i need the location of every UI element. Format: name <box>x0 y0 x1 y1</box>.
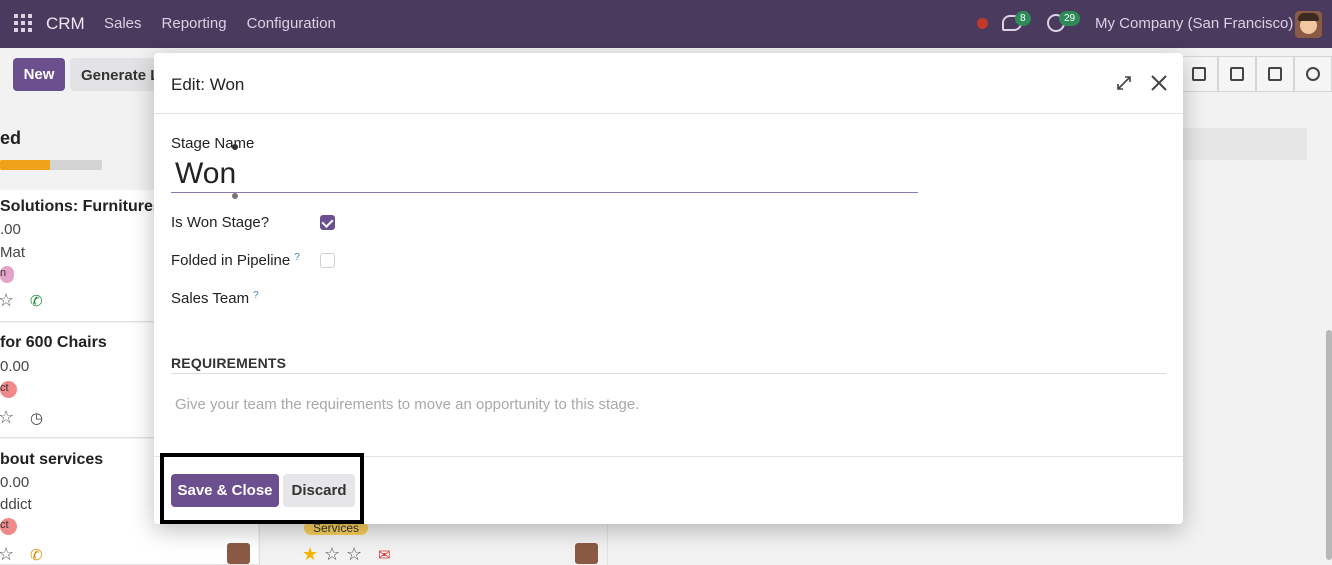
close-icon[interactable] <box>1149 73 1169 93</box>
menu-item-sales[interactable]: Sales <box>104 15 142 32</box>
folded-label: Folded in Pipeline? <box>171 252 300 269</box>
status-dot-icon[interactable] <box>977 18 988 29</box>
sales-team-label: Sales Team? <box>171 290 259 307</box>
help-icon[interactable]: ? <box>294 252 300 263</box>
cursor-marker <box>232 144 238 150</box>
activities-count-badge: 29 <box>1059 11 1081 26</box>
help-icon[interactable]: ? <box>253 290 259 301</box>
stage-name-input[interactable] <box>171 155 918 193</box>
dialog-header: Edit: Won <box>154 53 1183 114</box>
sales-team-label-text: Sales Team <box>171 290 250 307</box>
requirements-textarea[interactable]: Give your team the requirements to move … <box>175 396 639 413</box>
user-avatar[interactable] <box>1295 11 1322 38</box>
apps-menu-icon[interactable] <box>14 14 32 32</box>
requirements-heading: REQUIREMENTS <box>171 355 287 371</box>
expand-icon[interactable] <box>1116 75 1132 91</box>
cursor-marker <box>232 193 238 199</box>
menu-item-configuration[interactable]: Configuration <box>247 15 336 32</box>
folded-checkbox[interactable] <box>320 253 335 268</box>
is-won-checkbox[interactable] <box>320 215 335 230</box>
is-won-label: Is Won Stage? <box>171 214 270 231</box>
highlight-annotation <box>160 453 364 524</box>
requirements-divider <box>171 373 1166 374</box>
app-brand[interactable]: CRM <box>46 14 85 34</box>
folded-label-text: Folded in Pipeline <box>171 252 291 269</box>
company-switcher[interactable]: My Company (San Francisco) <box>1095 15 1293 32</box>
messages-count-badge: 8 <box>1015 11 1031 26</box>
stage-name-label: Stage Name <box>171 135 255 152</box>
main-menu: Sales Reporting Configuration <box>104 15 336 32</box>
menu-item-reporting[interactable]: Reporting <box>162 15 227 32</box>
top-navbar: CRM Sales Reporting Configuration 8 29 M… <box>0 0 1332 48</box>
dialog-title: Edit: Won <box>171 75 245 94</box>
